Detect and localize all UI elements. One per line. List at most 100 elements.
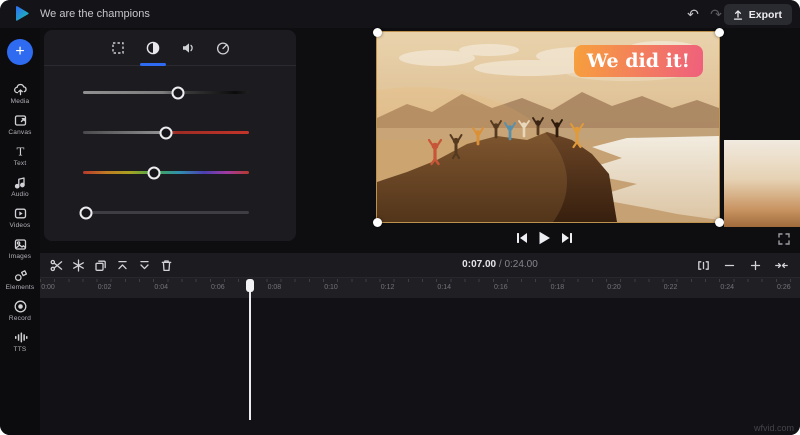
playback-controls xyxy=(516,231,573,245)
sidebar-item-label: Videos xyxy=(10,222,31,229)
slider-row-saturation xyxy=(44,106,296,146)
speed-icon xyxy=(215,40,231,56)
sidebar-item-label: Canvas xyxy=(8,129,31,136)
sidebar-item-audio[interactable]: Audio xyxy=(0,171,40,202)
preview-overflow-image-strip xyxy=(724,140,800,227)
ruler-label: 0:08 xyxy=(268,284,282,291)
blur-slider-track[interactable] xyxy=(83,211,249,214)
play-icon[interactable] xyxy=(538,231,551,245)
hue-slider-track[interactable] xyxy=(83,171,249,174)
text-icon: T xyxy=(13,144,28,159)
sidebar-item-tts[interactable]: TTS xyxy=(0,326,40,357)
tab-speed[interactable] xyxy=(212,30,234,65)
duplicate-button[interactable] xyxy=(92,257,109,274)
sidebar-item-elements[interactable]: Elements xyxy=(0,264,40,295)
sidebar-item-canvas[interactable]: Canvas xyxy=(0,109,40,140)
playhead-line xyxy=(249,279,251,420)
export-button[interactable]: Export xyxy=(724,4,792,25)
contrast-slider-track[interactable] xyxy=(83,91,249,94)
add-media-button[interactable]: + xyxy=(7,39,33,65)
project-title[interactable]: We are the champions xyxy=(40,0,150,28)
zoom-in-button[interactable] xyxy=(747,257,764,274)
current-time: 0:07.00 xyxy=(462,259,496,270)
export-label: Export xyxy=(749,9,782,21)
ruler-label: 0:02 xyxy=(98,284,112,291)
resize-handle-bottom-right[interactable] xyxy=(715,218,724,227)
preview-stage-selected-video[interactable]: We did it! xyxy=(377,32,719,222)
ruler-label: 0:16 xyxy=(494,284,508,291)
cut-button[interactable] xyxy=(48,257,65,274)
ruler-label: 0:22 xyxy=(664,284,678,291)
volume-icon xyxy=(180,40,196,56)
timeline-tracks: We did it! On top of the world xyxy=(40,298,800,435)
sidebar-item-label: Media xyxy=(11,98,30,105)
tab-volume[interactable] xyxy=(177,30,199,65)
ruler-label: 0:10 xyxy=(324,284,338,291)
sidebar-item-images[interactable]: Images xyxy=(0,233,40,264)
skip-back-icon[interactable] xyxy=(516,232,528,244)
slider-row-contrast xyxy=(44,66,296,106)
sidebar-item-record[interactable]: Record xyxy=(0,295,40,326)
ruler-label: 0:14 xyxy=(437,284,451,291)
contrast-slider-handle[interactable] xyxy=(171,86,184,99)
tab-transform[interactable] xyxy=(107,30,129,65)
sidebar-item-label: Images xyxy=(9,253,32,260)
sidebar-item-label: Text xyxy=(14,160,27,167)
shapes-icon xyxy=(13,268,28,283)
ruler-ticks xyxy=(40,279,800,282)
adjust-colors-panel xyxy=(44,30,296,241)
sidebar: + Media Canvas T Text Audio Videos Images… xyxy=(0,28,40,435)
resize-handle-top-right[interactable] xyxy=(715,28,724,37)
delete-button[interactable] xyxy=(158,257,175,274)
zoom-out-button[interactable] xyxy=(721,257,738,274)
watermark: wfvid.com xyxy=(754,423,794,433)
hue-slider-handle[interactable] xyxy=(148,166,161,179)
ruler-label: 0:26 xyxy=(777,284,791,291)
undo-button[interactable]: ↶ xyxy=(683,3,703,25)
saturation-slider-track[interactable] xyxy=(83,131,249,134)
record-icon xyxy=(13,299,28,314)
tab-adjust-colors[interactable] xyxy=(142,30,164,65)
title-overlay[interactable]: We did it! xyxy=(574,45,703,77)
slider-row-blur xyxy=(44,186,296,226)
ruler-label: 0:04 xyxy=(154,284,168,291)
freeze-button[interactable] xyxy=(70,257,87,274)
playhead-handle[interactable] xyxy=(246,279,254,292)
resize-handle-top-left[interactable] xyxy=(373,28,382,37)
lower-button[interactable] xyxy=(136,257,153,274)
saturation-slider-handle[interactable] xyxy=(160,126,173,139)
zoom-fit-button[interactable] xyxy=(695,257,712,274)
ruler-label: 0:24 xyxy=(720,284,734,291)
total-time: 0:24.00 xyxy=(504,259,537,270)
ruler-label: 0:20 xyxy=(607,284,621,291)
raise-button[interactable] xyxy=(114,257,131,274)
skip-forward-icon[interactable] xyxy=(561,232,573,244)
timecode: 0:07.00 / 0:24.00 xyxy=(420,259,580,270)
ruler-label: 0:12 xyxy=(381,284,395,291)
app-logo-icon[interactable] xyxy=(12,4,32,24)
topbar: We are the champions ↶ ↷ Export xyxy=(0,0,800,28)
timeline-ruler[interactable]: 0:000:020:040:060:080:100:120:140:160:18… xyxy=(40,277,800,299)
panel-tabs xyxy=(44,30,296,66)
slider-row-hue xyxy=(44,146,296,186)
ruler-label: 0:18 xyxy=(551,284,565,291)
sidebar-item-label: TTS xyxy=(14,346,27,353)
ruler-label: 0:00 xyxy=(41,284,55,291)
video-editor-window: We are the champions ↶ ↷ Export + Media … xyxy=(0,0,800,435)
sidebar-item-videos[interactable]: Videos xyxy=(0,202,40,233)
adjust-colors-icon xyxy=(145,40,161,56)
music-note-icon xyxy=(13,175,28,190)
timeline-toolbar: 0:07.00 / 0:24.00 xyxy=(40,253,800,277)
upload-cloud-icon xyxy=(13,82,28,97)
svg-text:T: T xyxy=(16,145,24,159)
sidebar-item-label: Audio xyxy=(11,191,29,198)
fit-to-screen-button[interactable] xyxy=(773,257,790,274)
sidebar-item-label: Record xyxy=(9,315,31,322)
fullscreen-icon[interactable] xyxy=(778,233,790,245)
resize-handle-bottom-left[interactable] xyxy=(373,218,382,227)
sidebar-item-media[interactable]: Media xyxy=(0,78,40,109)
transform-icon xyxy=(110,40,126,56)
blur-slider-handle[interactable] xyxy=(80,206,93,219)
sidebar-item-text[interactable]: T Text xyxy=(0,140,40,171)
canvas-icon xyxy=(13,113,28,128)
